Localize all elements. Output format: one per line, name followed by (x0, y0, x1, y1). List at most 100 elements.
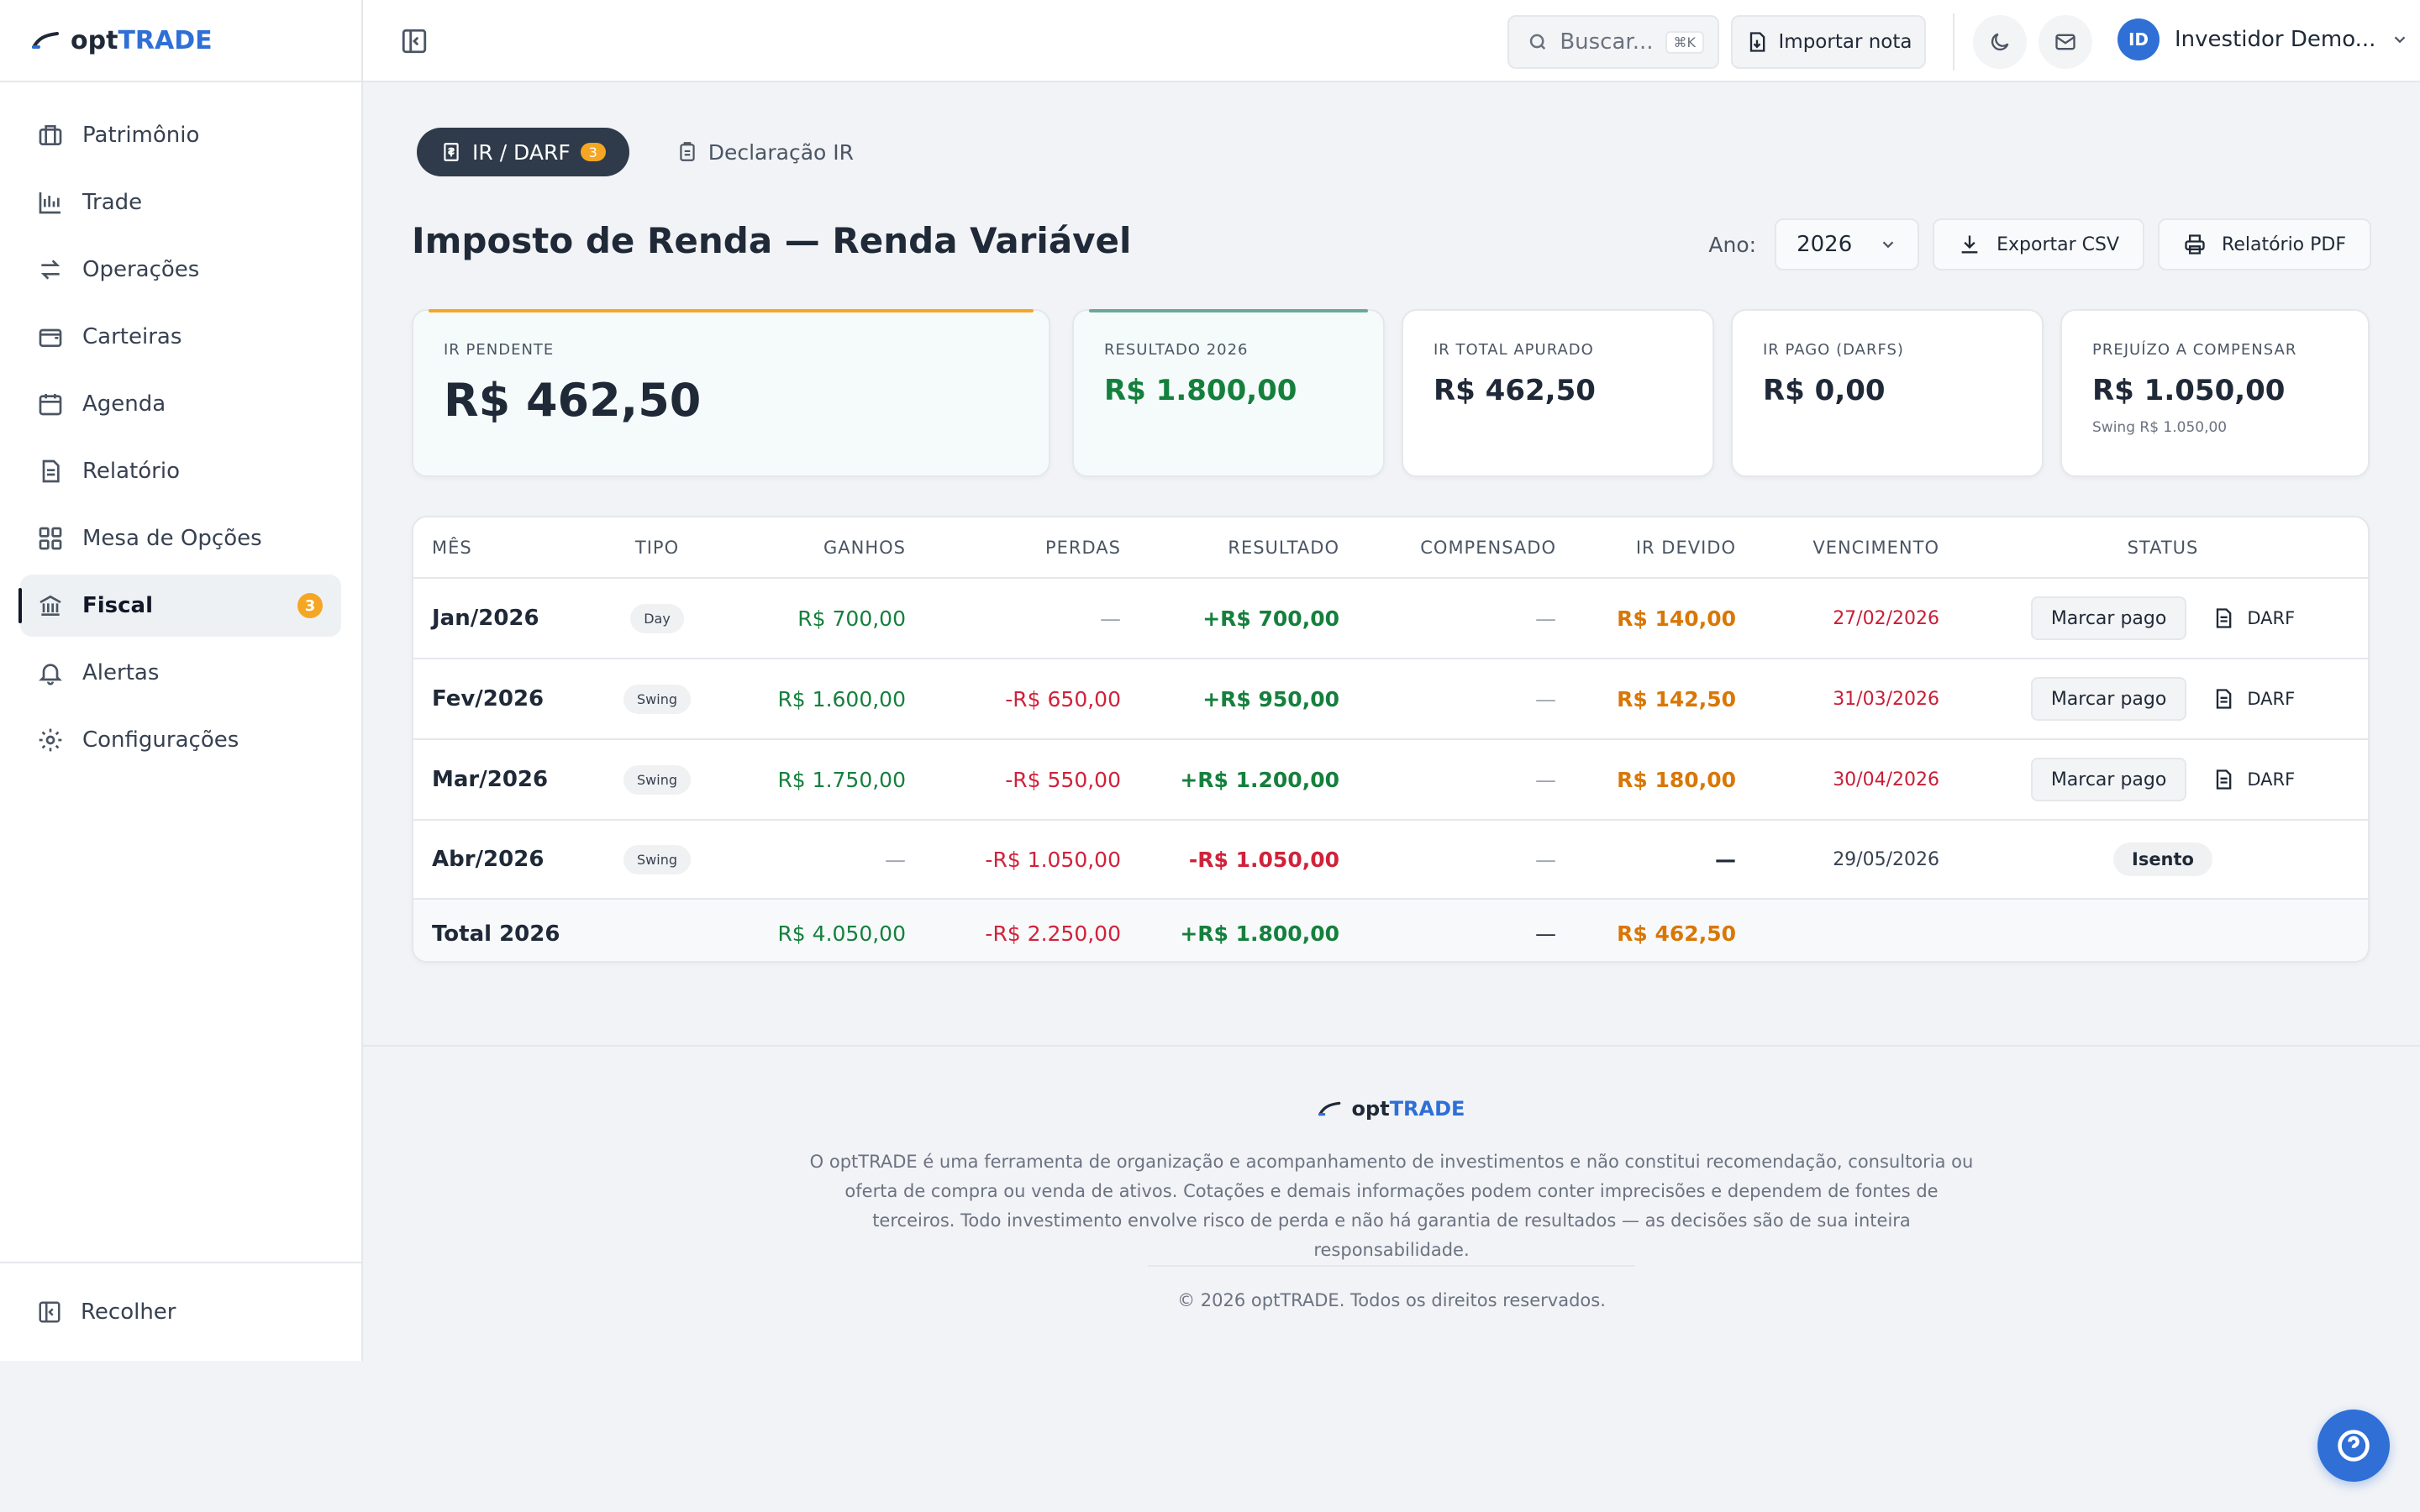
darf-link[interactable]: DARF (2212, 768, 2295, 791)
toggle-sidebar-button[interactable] (400, 27, 429, 55)
import-note-button[interactable]: Importar nota (1731, 15, 1926, 69)
cell-vencimento: 30/04/2026 (1754, 739, 1958, 821)
table-total-row: Total 2026 R$ 4.050,00 -R$ 2.250,00 +R$ … (413, 899, 2368, 961)
theme-toggle-button[interactable] (1973, 15, 2027, 69)
mark-paid-button[interactable]: Marcar pago (2030, 596, 2187, 640)
page-title: Imposto de Renda — Renda Variável (412, 220, 1132, 261)
card-label: IR TOTAL APURADO (1434, 341, 1594, 359)
cell-vencimento: 27/02/2026 (1754, 578, 1958, 659)
logo-icon (1318, 1101, 1340, 1116)
moon-icon (1991, 33, 2009, 51)
page-footer: optTRADE O optTRADE é uma ferramenta de … (363, 1045, 2420, 1361)
card-value: R$ 462,50 (444, 374, 702, 427)
brand-name: optTRADE (71, 25, 213, 55)
sidebar-item-agenda[interactable]: Agenda (20, 373, 341, 435)
user-menu[interactable]: ID Investidor Demo... (2118, 18, 2409, 60)
col-compensado: COMPENSADO (1358, 517, 1575, 579)
export-csv-label: Exportar CSV (1996, 234, 2120, 255)
collapse-label: Recolher (81, 1299, 176, 1325)
printer-icon (2185, 234, 2205, 255)
sidebar-item-patrimonio[interactable]: Patrimônio (20, 104, 341, 166)
cell-ganhos: R$ 1.600,00 (708, 659, 924, 740)
sidebar-item-relatorio[interactable]: Relatório (20, 440, 341, 502)
cell-resultado: +R$ 950,00 (1139, 659, 1358, 740)
sidebar-item-carteiras[interactable]: Carteiras (20, 306, 341, 368)
grid-icon (39, 527, 62, 550)
sidebar-item-label: Configurações (82, 727, 239, 753)
cell-vencimento: 29/05/2026 (1754, 820, 1958, 900)
document-icon (2217, 769, 2232, 790)
year-select[interactable]: 2026 (1775, 218, 1920, 270)
report-pdf-button[interactable]: Relatório PDF (2158, 218, 2371, 270)
col-tipo: TIPO (607, 517, 708, 579)
table-row: Jan/2026 Day R$ 700,00 — +R$ 700,00 — R$… (413, 578, 2368, 659)
file-import-icon (1749, 32, 1765, 52)
wallet-icon (39, 328, 62, 347)
type-badge: Swing (623, 764, 691, 795)
cell-ganhos: — (708, 820, 924, 900)
sidebar-item-trade[interactable]: Trade (20, 171, 341, 234)
col-vencimento: VENCIMENTO (1754, 517, 1958, 579)
type-badge: Swing (623, 684, 691, 714)
cell-resultado: +R$ 700,00 (1139, 578, 1358, 659)
col-status: STATUS (1958, 517, 2368, 579)
collapse-sidebar-button[interactable]: Recolher (0, 1262, 361, 1361)
brand-logo[interactable]: optTRADE (0, 0, 361, 82)
cell-compensado: — (1358, 739, 1575, 821)
darf-label: DARF (2247, 608, 2296, 628)
import-label: Importar nota (1778, 31, 1912, 53)
darf-link[interactable]: DARF (2212, 687, 2295, 711)
tab-ir-darf[interactable]: IR / DARF 3 (417, 128, 629, 176)
sidebar-item-label: Trade (82, 190, 143, 215)
tab-declaracao-ir[interactable]: Declaração IR (653, 128, 877, 176)
cell-compensado: — (1358, 659, 1575, 740)
sidebar-item-label: Mesa de Opções (82, 526, 262, 551)
darf-link[interactable]: DARF (2212, 606, 2295, 630)
card-accent-line (1089, 309, 1368, 312)
table-header-row: MÊS TIPO GANHOS PERDAS RESULTADO COMPENS… (413, 517, 2368, 579)
darf-label: DARF (2247, 689, 2296, 709)
sidebar: optTRADE Patrimônio Trade Operações Cart… (0, 0, 363, 1361)
topbar: Buscar... ⌘K Importar nota ID Investidor… (363, 0, 2420, 82)
sidebar-item-operacoes[interactable]: Operações (20, 239, 341, 301)
col-resultado: RESULTADO (1139, 517, 1358, 579)
clipboard-icon (680, 142, 695, 161)
export-csv-button[interactable]: Exportar CSV (1933, 218, 2145, 270)
cell-mes: Abr/2026 (413, 820, 607, 900)
mail-icon (2055, 34, 2075, 50)
sidebar-item-configuracoes[interactable]: Configurações (20, 709, 341, 771)
help-button[interactable] (2317, 1410, 2390, 1482)
card-accent-line (429, 309, 1034, 312)
darf-label: DARF (2247, 769, 2296, 790)
search-input[interactable]: Buscar... ⌘K (1507, 15, 1719, 69)
cell-perdas: -R$ 1.050,00 (924, 820, 1139, 900)
card-prejuizo: PREJUÍZO A COMPENSAR R$ 1.050,00 Swing R… (2060, 309, 2370, 477)
cell-resultado: +R$ 1.200,00 (1139, 739, 1358, 821)
sidebar-item-label: Relatório (82, 459, 180, 484)
sidebar-toggle-icon (402, 29, 427, 54)
briefcase-icon (39, 125, 62, 145)
cell-resultado: -R$ 1.050,00 (1139, 820, 1358, 900)
sidebar-item-label: Fiscal (82, 593, 154, 618)
col-perdas: PERDAS (924, 517, 1139, 579)
monthly-tax-table: MÊS TIPO GANHOS PERDAS RESULTADO COMPENS… (412, 516, 2370, 963)
gear-icon (39, 728, 62, 752)
sidebar-item-fiscal[interactable]: Fiscal 3 (18, 575, 341, 637)
document-icon (2217, 689, 2232, 709)
search-placeholder: Buscar... (1560, 29, 1654, 55)
mark-paid-button[interactable]: Marcar pago (2030, 758, 2187, 801)
tab-label: IR / DARF (472, 139, 571, 165)
messages-button[interactable] (2039, 15, 2092, 69)
fiscal-count-badge: 3 (297, 593, 323, 618)
mark-paid-button[interactable]: Marcar pago (2030, 677, 2187, 721)
sidebar-item-alertas[interactable]: Alertas (20, 642, 341, 704)
cell-ir-devido: R$ 142,50 (1575, 659, 1754, 740)
document-icon (2217, 608, 2232, 628)
cell-perdas: -R$ 550,00 (924, 739, 1139, 821)
cell-perdas: — (924, 578, 1139, 659)
sidebar-item-label: Patrimônio (82, 123, 200, 148)
card-label: IR PAGO (DARFS) (1763, 341, 1904, 359)
sidebar-item-mesa-de-opcoes[interactable]: Mesa de Opções (20, 507, 341, 570)
cell-total-perdas: -R$ 2.250,00 (924, 899, 1139, 961)
main-content: IR / DARF 3 Declaração IR Imposto de Ren… (363, 82, 2420, 1361)
